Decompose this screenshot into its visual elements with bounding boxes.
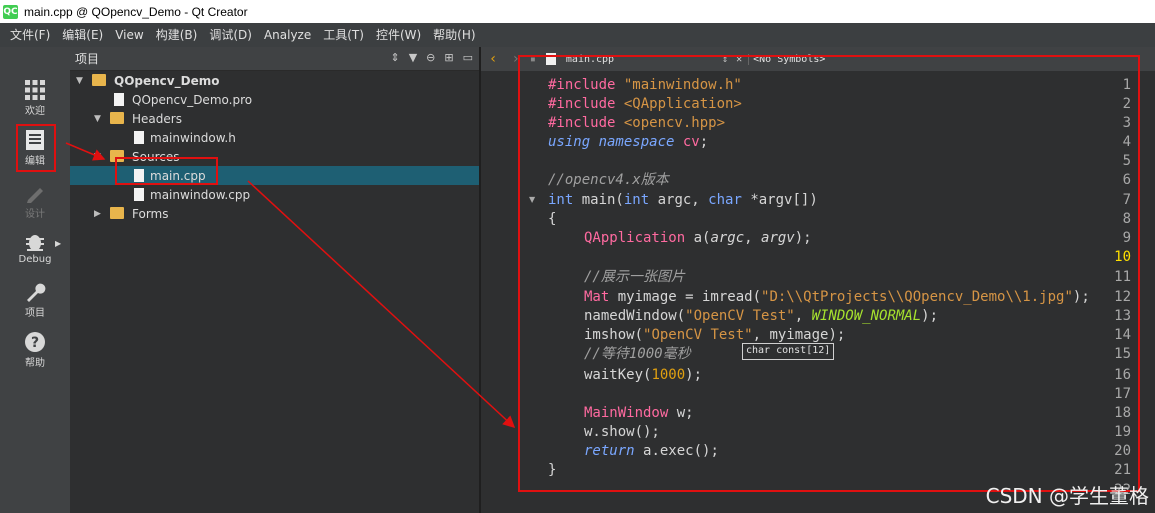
watermark: CSDN @学生董格 (985, 484, 1149, 508)
annotation-arrow (247, 180, 516, 429)
annotation-arrows (65, 142, 516, 429)
annotation-arrow (65, 142, 106, 161)
